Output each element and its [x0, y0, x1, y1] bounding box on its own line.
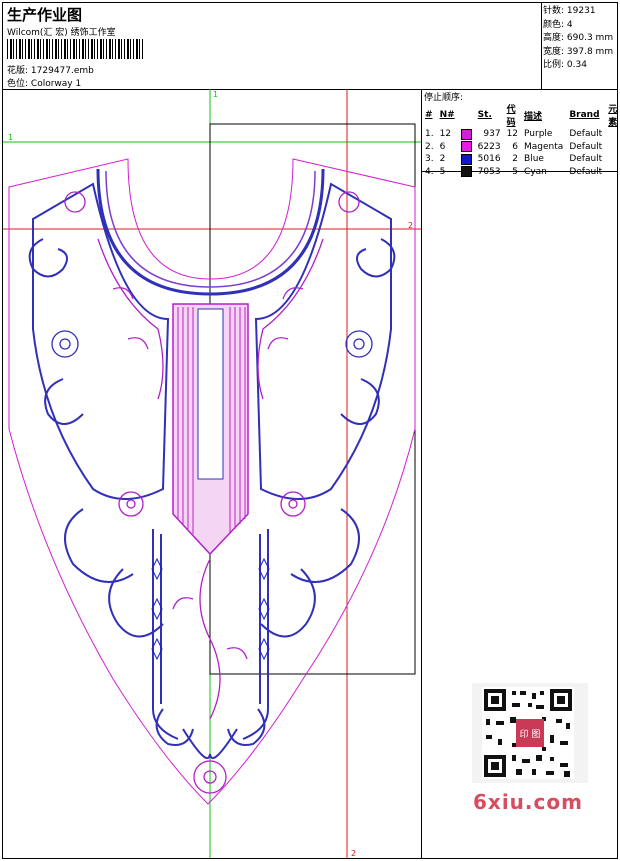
file-label: 花版: [7, 66, 29, 76]
design-specs: 针数: 19231 颜色: 4 高度: 690.3 mm 宽度: 397.8 m… [543, 5, 617, 73]
right-panel-border [254, 182, 392, 500]
flower-right-mid [280, 491, 306, 517]
table-header-row: # N# St. 代码 描述 Brand 元素 [422, 102, 620, 128]
col-code: 代码 [506, 105, 516, 128]
page-title: 生产作业图 [7, 6, 83, 24]
guide-label-left: 1 [8, 133, 13, 142]
stop-sequence-table: # N# St. 代码 描述 Brand 元素 1. 12 937 12 Pur… [422, 102, 620, 178]
worksheet-header: 生产作业图 Wilcom(汇 宏) 绣饰工作室 花版: 1729477.emb … [3, 3, 617, 90]
flower-left-mid [118, 491, 144, 517]
flower-left-top [51, 330, 79, 358]
spec-width: 宽度: 397.8 mm [543, 46, 614, 57]
guide-label-top: 1 [213, 90, 218, 99]
barcode [7, 39, 143, 59]
table-row: 3. 2 5016 2 Blue Default [425, 153, 603, 165]
col-stitches: St. [477, 110, 492, 120]
color-swatch [460, 153, 472, 165]
color-swatch [460, 128, 472, 140]
svg-text:印 图: 印 图 [520, 728, 541, 740]
col-element: 元素 [608, 105, 618, 128]
file-info: 花版: 1729477.emb [7, 63, 94, 76]
central-placket [172, 303, 249, 556]
colorway-label: 色位: [7, 79, 29, 89]
flower-right-top [345, 330, 373, 358]
embroidery-preview: 1 1 2 2 [3, 89, 422, 858]
color-swatch [460, 166, 472, 178]
watermark-text: 6xiu.com [473, 790, 583, 814]
table-row: 1. 12 937 12 Purple Default [425, 128, 603, 140]
left-panel-border [32, 182, 170, 500]
col-needle: N# [439, 110, 455, 120]
embroidery-design: 1 1 2 2 [3, 89, 421, 858]
col-desc: 描述 [524, 111, 543, 122]
header-info: 生产作业图 Wilcom(汇 宏) 绣饰工作室 花版: 1729477.emb … [3, 3, 542, 89]
col-brand: Brand [569, 110, 600, 120]
spec-colors: 颜色: 4 [543, 19, 573, 30]
qr-code-icon: 印 图 [472, 683, 588, 783]
col-index: # [425, 110, 433, 120]
placket-opening [197, 308, 224, 480]
guide-label-right: 2 [408, 221, 413, 230]
col-swatch [458, 102, 475, 128]
table-row: 2. 6 6223 6 Magenta Default [425, 141, 603, 153]
table-row: 4. 5 7053 5 Cyan Default [425, 166, 603, 178]
spec-scale: 比例: 0.34 [543, 60, 587, 70]
spec-height: 高度: 690.3 mm [543, 33, 614, 43]
color-swatch [460, 141, 472, 153]
stop-sequence-panel: 停止顺序: # N# St. 代码 描述 Brand 元素 1. 12 937 … [422, 89, 617, 178]
company-name: Wilcom(汇 宏) 绣饰工作室 [7, 28, 116, 38]
guide-label-bottom: 2 [351, 849, 356, 858]
colorway-name: Colorway 1 [30, 79, 82, 89]
spec-stitches: 针数: 19231 [543, 6, 596, 16]
file-name: 1729477.emb [30, 66, 94, 76]
colorway-info: 色位: Colorway 1 [7, 76, 81, 89]
